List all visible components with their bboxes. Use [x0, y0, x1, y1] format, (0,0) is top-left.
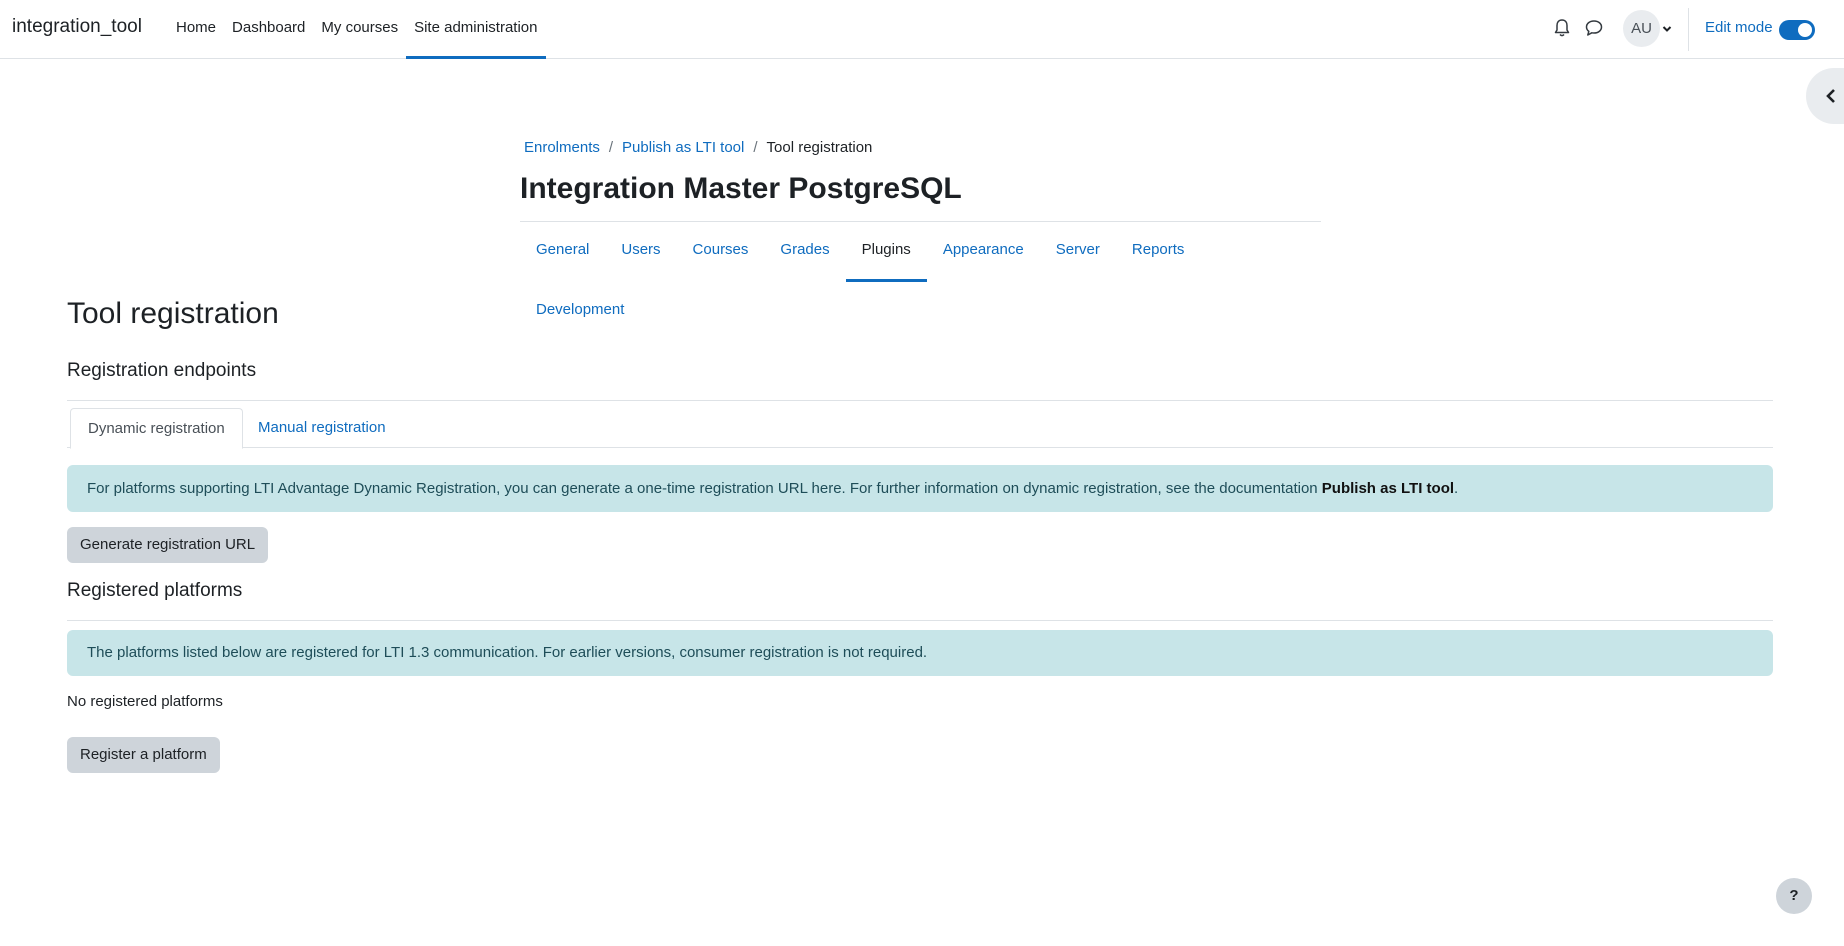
nav-my-courses[interactable]: My courses [313, 0, 406, 59]
dynamic-registration-info: For platforms supporting LTI Advantage D… [67, 465, 1773, 512]
tab-manual-registration[interactable]: Manual registration [241, 408, 403, 449]
tab-reports[interactable]: Reports [1116, 222, 1201, 282]
section-divider [67, 620, 1773, 621]
chevron-left-icon [1826, 89, 1835, 103]
user-avatar[interactable]: AU [1623, 10, 1660, 47]
tab-server[interactable]: Server [1040, 222, 1116, 282]
help-button[interactable]: ? [1776, 878, 1812, 914]
dynamic-info-text: For platforms supporting LTI Advantage D… [87, 480, 1322, 497]
tab-courses[interactable]: Courses [677, 222, 765, 282]
tab-appearance[interactable]: Appearance [927, 222, 1040, 282]
tab-general[interactable]: General [520, 222, 605, 282]
breadcrumb-separator: / [753, 139, 758, 156]
edit-mode-toggle[interactable] [1779, 20, 1815, 40]
page-title: Integration Master PostgreSQL [520, 172, 962, 205]
chat-icon[interactable] [1584, 18, 1604, 38]
registration-tabs: Dynamic registration Manual registration [67, 408, 1773, 449]
tab-dynamic-registration[interactable]: Dynamic registration [70, 408, 243, 449]
tab-users[interactable]: Users [605, 222, 676, 282]
nav-dashboard[interactable]: Dashboard [224, 0, 313, 59]
main-heading: Tool registration [67, 297, 279, 330]
edit-mode-label[interactable]: Edit mode [1705, 19, 1773, 36]
register-platform-button[interactable]: Register a platform [67, 737, 220, 773]
registered-platforms-heading: Registered platforms [67, 580, 243, 601]
nav-site-administration[interactable]: Site administration [406, 0, 546, 59]
chevron-down-icon[interactable] [1661, 22, 1673, 34]
tab-plugins[interactable]: Plugins [845, 222, 927, 282]
primary-nav: Home Dashboard My courses Site administr… [168, 0, 546, 59]
breadcrumb-publish-as-lti-tool[interactable]: Publish as LTI tool [622, 139, 744, 156]
breadcrumb-separator: / [608, 139, 614, 156]
breadcrumb-current: Tool registration [766, 139, 873, 156]
section-divider [67, 400, 1773, 401]
tab-grades[interactable]: Grades [764, 222, 845, 282]
registered-platforms-info: The platforms listed below are registere… [67, 630, 1773, 676]
tab-development[interactable]: Development [520, 282, 640, 342]
dynamic-info-end: . [1454, 480, 1459, 497]
secondary-nav: General Users Courses Grades Plugins App… [520, 222, 1321, 342]
navbar-divider [1688, 8, 1689, 51]
generate-registration-url-button[interactable]: Generate registration URL [67, 527, 269, 563]
breadcrumb-enrolments[interactable]: Enrolments [524, 139, 600, 156]
nav-home[interactable]: Home [168, 0, 224, 59]
breadcrumb: Enrolments / Publish as LTI tool / Tool … [524, 139, 872, 156]
site-brand[interactable]: integration_tool [12, 16, 142, 38]
bell-icon[interactable] [1552, 17, 1572, 39]
top-navbar: integration_tool Home Dashboard My cours… [0, 0, 1844, 59]
registration-endpoints-heading: Registration endpoints [67, 360, 257, 381]
documentation-link[interactable]: Publish as LTI tool [1322, 480, 1454, 497]
open-drawer-button[interactable] [1806, 68, 1844, 124]
toggle-knob [1798, 23, 1812, 37]
no-platforms-text: No registered platforms [67, 693, 223, 710]
